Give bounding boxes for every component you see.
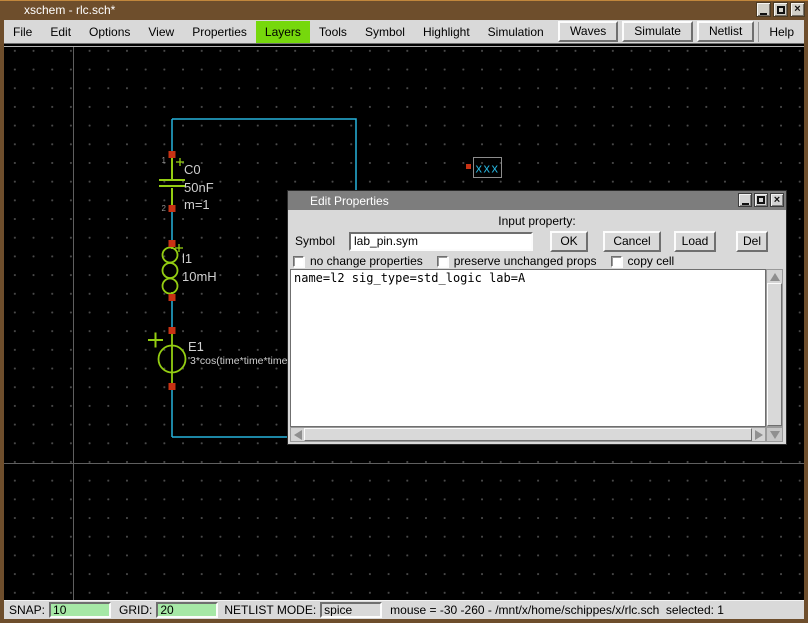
arrow-up-icon bbox=[770, 273, 780, 281]
netlist-mode-input[interactable] bbox=[320, 602, 382, 618]
preserve-unchanged-props-checkbox[interactable] bbox=[437, 256, 448, 267]
symbol-input[interactable] bbox=[349, 232, 533, 251]
component-capacitor[interactable]: 1 2 C0 50nF m=1 bbox=[159, 151, 214, 213]
cancel-button[interactable]: Cancel bbox=[603, 231, 661, 252]
horizontal-scrollbar-thumb[interactable] bbox=[304, 428, 752, 441]
minimize-button[interactable] bbox=[756, 2, 771, 17]
minimize-icon bbox=[742, 203, 749, 205]
scroll-up-button[interactable] bbox=[767, 270, 782, 283]
window-controls: × bbox=[756, 2, 805, 17]
net-label-text: xxx bbox=[476, 161, 500, 176]
simulate-button[interactable]: Simulate bbox=[622, 21, 693, 42]
vertical-scrollbar[interactable] bbox=[766, 269, 783, 427]
menu-edit[interactable]: Edit bbox=[41, 21, 80, 43]
menu-simulation[interactable]: Simulation bbox=[479, 21, 553, 43]
menu-help[interactable]: Help bbox=[758, 22, 802, 42]
properties-editor: name=l2 sig_type=std_logic lab=A bbox=[290, 269, 783, 442]
close-icon: × bbox=[774, 195, 780, 206]
checkbox-row: no change properties preserve unchanged … bbox=[293, 254, 688, 268]
minimize-icon bbox=[760, 13, 767, 15]
copy-cell-label: copy cell bbox=[628, 254, 675, 268]
vertical-scrollbar-thumb[interactable] bbox=[767, 283, 782, 426]
dialog-close-button[interactable]: × bbox=[770, 193, 784, 207]
scroll-down-button[interactable] bbox=[766, 427, 783, 442]
dialog-minimize-button[interactable] bbox=[738, 193, 752, 207]
symbol-row: Symbol OK Cancel Load Del bbox=[295, 230, 779, 252]
snap-label: SNAP: bbox=[9, 603, 45, 617]
input-property-label: Input property: bbox=[288, 214, 786, 228]
source-value: '3*cos(time*time*time bbox=[188, 355, 288, 367]
xschem-window: xschem - rlc.sch* × File Edit Options Vi… bbox=[0, 0, 808, 623]
ok-button[interactable]: OK bbox=[550, 231, 588, 252]
capacitor-value: 50nF bbox=[184, 180, 214, 195]
grid-label: GRID: bbox=[119, 603, 152, 617]
window-titlebar[interactable]: xschem - rlc.sch* × bbox=[0, 0, 808, 20]
capacitor-pin2-number: 2 bbox=[162, 204, 167, 213]
dialog-maximize-button[interactable] bbox=[754, 193, 768, 207]
maximize-icon bbox=[777, 6, 785, 14]
scroll-left-button[interactable] bbox=[291, 428, 304, 441]
horizontal-scrollbar[interactable] bbox=[290, 427, 766, 442]
menu-view[interactable]: View bbox=[139, 21, 183, 43]
properties-textarea[interactable]: name=l2 sig_type=std_logic lab=A bbox=[290, 269, 766, 427]
copy-cell-checkbox[interactable] bbox=[611, 256, 622, 267]
pin-marker bbox=[169, 294, 176, 301]
close-button[interactable]: × bbox=[790, 2, 805, 17]
load-button[interactable]: Load bbox=[674, 231, 716, 252]
maximize-button[interactable] bbox=[773, 2, 788, 17]
snap-input[interactable] bbox=[49, 602, 111, 618]
symbol-label: Symbol bbox=[295, 234, 337, 248]
scroll-right-button[interactable] bbox=[752, 428, 765, 441]
menu-file[interactable]: File bbox=[4, 21, 41, 43]
component-inductor[interactable]: l1 10mH bbox=[163, 240, 217, 301]
capacitor-name: C0 bbox=[184, 162, 201, 177]
pin-marker bbox=[169, 205, 176, 212]
dialog-window-controls: × bbox=[738, 193, 784, 207]
pin-marker bbox=[169, 327, 176, 334]
statusbar: SNAP: GRID: NETLIST MODE: mouse = -30 -2… bbox=[4, 600, 804, 619]
menu-layers[interactable]: Layers bbox=[256, 21, 310, 43]
no-change-properties-label: no change properties bbox=[310, 254, 423, 268]
del-button[interactable]: Del bbox=[736, 231, 768, 252]
no-change-properties-checkbox[interactable] bbox=[293, 256, 304, 267]
dialog-title: Edit Properties bbox=[310, 194, 389, 208]
menu-properties[interactable]: Properties bbox=[183, 21, 256, 43]
schematic-canvas[interactable]: 1 2 C0 50nF m=1 l1 10 bbox=[4, 44, 804, 600]
close-icon: × bbox=[794, 4, 800, 15]
component-source[interactable]: E1 '3*cos(time*time*time bbox=[148, 327, 288, 390]
inductor-name: l1 bbox=[182, 251, 192, 266]
inductor-value: 10mH bbox=[182, 269, 217, 284]
source-name: E1 bbox=[188, 339, 204, 354]
dialog-titlebar[interactable]: Edit Properties × bbox=[288, 191, 786, 210]
menu-highlight[interactable]: Highlight bbox=[414, 21, 479, 43]
arrow-down-icon bbox=[770, 431, 780, 439]
arrow-right-icon bbox=[755, 430, 763, 440]
waves-button[interactable]: Waves bbox=[558, 21, 618, 42]
window-title: xschem - rlc.sch* bbox=[24, 3, 115, 17]
pin-marker bbox=[169, 151, 176, 158]
mouse-status-text: mouse = -30 -260 - /mnt/x/home/schippes/… bbox=[390, 603, 724, 617]
maximize-icon bbox=[757, 196, 765, 204]
capacitor-attr: m=1 bbox=[184, 197, 210, 212]
capacitor-pin1-number: 1 bbox=[162, 156, 167, 165]
netlist-button[interactable]: Netlist bbox=[697, 21, 754, 42]
grid-input[interactable] bbox=[156, 602, 218, 618]
pin-marker bbox=[169, 383, 176, 390]
pin-marker bbox=[466, 164, 471, 169]
pin-marker bbox=[169, 240, 176, 247]
arrow-left-icon bbox=[294, 430, 302, 440]
net-label-selected[interactable]: xxx bbox=[466, 158, 502, 178]
menu-tools[interactable]: Tools bbox=[310, 21, 356, 43]
edit-properties-dialog: Edit Properties × Input property: Symbol… bbox=[287, 190, 787, 445]
preserve-unchanged-props-label: preserve unchanged props bbox=[454, 254, 597, 268]
netlist-mode-label: NETLIST MODE: bbox=[224, 603, 316, 617]
menubar: File Edit Options View Properties Layers… bbox=[4, 20, 804, 44]
menu-symbol[interactable]: Symbol bbox=[356, 21, 414, 43]
menu-options[interactable]: Options bbox=[80, 21, 139, 43]
menu-right-buttons: Waves Simulate Netlist Help bbox=[558, 21, 804, 42]
